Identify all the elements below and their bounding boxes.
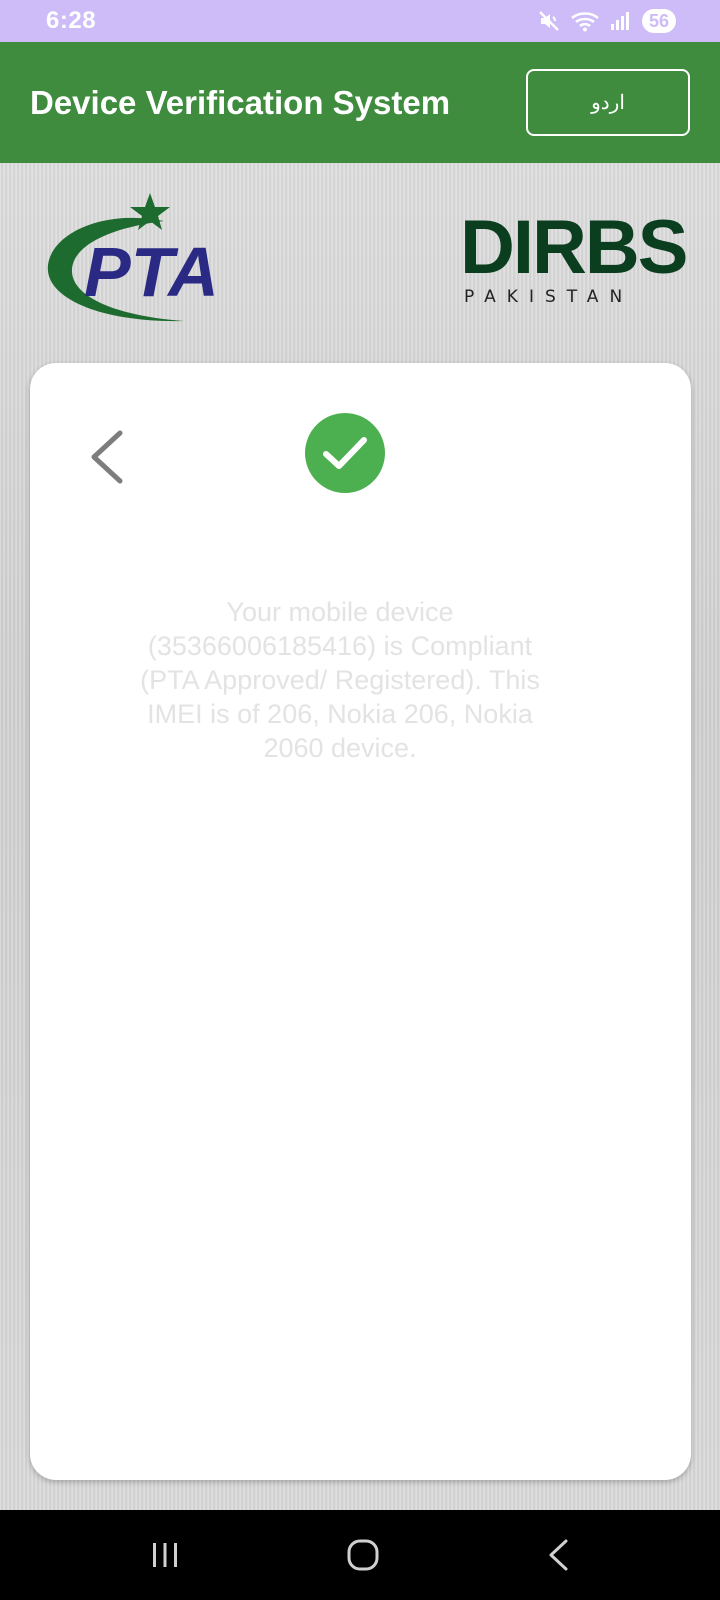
status-bar: 6:28 56 (0, 0, 720, 42)
back-icon[interactable] (546, 1538, 570, 1572)
wifi-icon (571, 12, 599, 32)
logos-row: PTA DIRBS PAKISTAN (0, 163, 720, 363)
dirbs-logo-subtext: PAKISTAN (464, 287, 634, 307)
dirbs-logo: DIRBS PAKISTAN (460, 205, 688, 308)
home-icon[interactable] (346, 1538, 380, 1572)
back-chevron-icon[interactable] (86, 427, 130, 487)
check-icon (323, 437, 367, 469)
battery-badge: 56 (641, 9, 676, 33)
success-badge (305, 413, 385, 493)
verification-result-text: Your mobile device (35366006185416) is C… (140, 597, 540, 763)
status-time: 6:28 (46, 7, 97, 34)
signal-icon (610, 12, 629, 30)
pta-logo: PTA (47, 193, 219, 322)
content-background: PTA DIRBS PAKISTAN Your mobile device (3… (0, 163, 720, 1510)
result-card: Your mobile device (35366006185416) is C… (30, 363, 691, 1480)
app-title: Device Verification System (30, 83, 451, 121)
recents-icon[interactable] (150, 1541, 180, 1569)
pta-logo-text: PTA (84, 233, 219, 311)
dirbs-logo-text: DIRBS (460, 205, 688, 290)
mute-icon (539, 11, 559, 31)
status-icons: 56 (538, 9, 676, 33)
app-bar: Device Verification System اردو (0, 42, 720, 163)
language-toggle-button[interactable]: اردو (526, 69, 690, 136)
navigation-bar (0, 1510, 720, 1600)
